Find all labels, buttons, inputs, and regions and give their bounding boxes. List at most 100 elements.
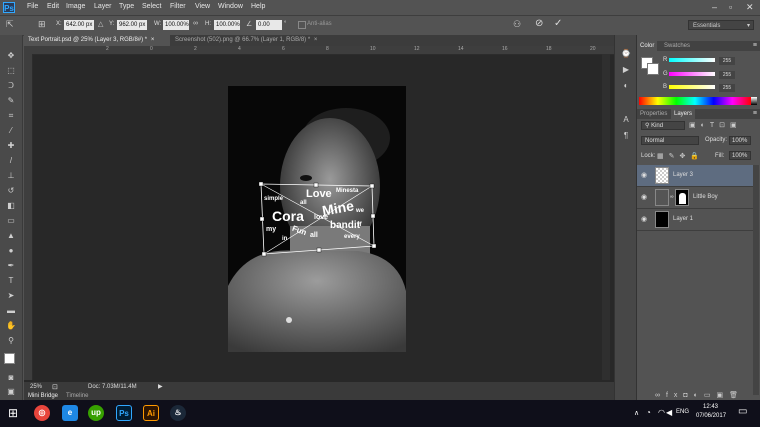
tab-swatches[interactable]: Swatches <box>661 41 693 51</box>
link-icon[interactable]: ∞ <box>193 20 198 27</box>
x-field[interactable]: 642.00 px <box>64 20 94 30</box>
layer-filter-icons[interactable]: ▣◐T⊡▣ <box>689 121 742 129</box>
layer-row-layer-1[interactable]: ◉ Layer 1 <box>637 209 753 231</box>
lock-icons[interactable]: ▦✎✥🔒 <box>657 152 704 160</box>
menu-select[interactable]: Select <box>142 3 161 10</box>
layer-row-little-boy[interactable]: ◉ ∞ Little Boy <box>637 187 753 209</box>
lasso-tool-icon[interactable]: ᑐ <box>5 81 17 91</box>
panel-menu-icon[interactable]: ≡ <box>753 42 757 49</box>
vertical-scrollbar[interactable] <box>602 54 610 380</box>
transform-bounding-box[interactable] <box>258 180 378 258</box>
blend-mode-select[interactable]: Normal <box>641 136 699 145</box>
marquee-tool-icon[interactable]: ⬚ <box>5 66 17 76</box>
antialias-checkbox[interactable] <box>298 21 306 29</box>
close-tab-icon[interactable]: × <box>151 37 155 43</box>
tab-color[interactable]: Color <box>637 41 658 51</box>
b-slider[interactable] <box>669 85 715 89</box>
angle-field[interactable]: 0.00 <box>256 20 282 30</box>
chevron-up-icon[interactable]: ∧ <box>634 409 639 417</box>
fill-field[interactable]: 100% <box>729 151 751 160</box>
upwork-icon[interactable]: up <box>88 405 104 421</box>
r-value[interactable]: 255 <box>719 57 735 65</box>
clock-date[interactable]: 07/06/2017 <box>696 413 726 419</box>
panel-menu-icon[interactable]: ≡ <box>753 110 757 117</box>
wifi-icon[interactable]: ◠ <box>658 408 665 417</box>
b-value[interactable]: 255 <box>719 84 735 92</box>
tab-screenshot[interactable]: Screenshot (502).png @ 66.7% (Layer 1, R… <box>171 35 333 46</box>
menu-type[interactable]: Type <box>119 3 134 10</box>
move-tool-preset-icon[interactable]: ⇱ <box>6 19 14 30</box>
maximize-icon[interactable]: ▫ <box>729 2 732 12</box>
crop-tool-icon[interactable]: ⌗ <box>5 111 17 121</box>
menu-edit[interactable]: Edit <box>47 3 59 10</box>
actions-panel-icon[interactable]: ▶ <box>620 65 632 75</box>
eye-icon[interactable]: ◉ <box>641 165 647 186</box>
paragraph-panel-icon[interactable]: ¶ <box>620 131 632 141</box>
eye-icon[interactable]: ◉ <box>641 187 647 208</box>
g-value[interactable]: 255 <box>719 71 735 79</box>
character-panel-icon[interactable]: A <box>620 115 632 125</box>
gradient-tool-icon[interactable]: ▭ <box>5 216 17 226</box>
workspace-select[interactable]: Essentials ▾ <box>688 20 754 30</box>
zoom-level[interactable]: 25% <box>30 382 42 392</box>
opacity-field[interactable]: 100% <box>729 136 751 145</box>
clock-time[interactable]: 12:43 <box>703 404 718 410</box>
close-tab-icon[interactable]: × <box>314 37 318 43</box>
tab-text-portrait[interactable]: Text Portrait.psd @ 25% (Layer 3, RGB/8#… <box>24 35 170 46</box>
color-spectrum[interactable] <box>639 97 751 105</box>
menu-filter[interactable]: Filter <box>170 3 186 10</box>
y-field[interactable]: 962.00 px <box>117 20 147 30</box>
pen-tool-icon[interactable]: ✒ <box>5 261 17 271</box>
hand-tool-icon[interactable]: ✋ <box>5 321 17 331</box>
foreground-color-swatch[interactable] <box>4 353 15 364</box>
clone-stamp-tool-icon[interactable]: ⊥ <box>5 171 17 181</box>
illustrator-taskbar-icon[interactable]: Ai <box>143 405 159 421</box>
layers-footer-buttons[interactable]: ∞fx◘◐▭▣🗑 <box>655 391 744 399</box>
menu-help[interactable]: Help <box>251 3 265 10</box>
layer-filter-select[interactable]: ⚲ Kind <box>641 121 685 130</box>
network-icon[interactable]: ◔ <box>646 408 651 417</box>
move-tool-icon[interactable]: ✥ <box>5 51 17 61</box>
notifications-icon[interactable]: ▭ <box>738 406 747 417</box>
language-indicator[interactable]: ENG <box>676 409 689 415</box>
history-panel-icon[interactable]: ⌚ <box>620 49 632 59</box>
volume-icon[interactable]: ◀ <box>666 408 672 417</box>
adjustments-panel-icon[interactable]: ◐ <box>620 81 632 91</box>
minimize-icon[interactable]: – <box>712 2 717 12</box>
blur-tool-icon[interactable]: ▲ <box>5 231 17 241</box>
commit-transform-icon[interactable]: ✓ <box>554 18 562 29</box>
eraser-tool-icon[interactable]: ◧ <box>5 201 17 211</box>
healing-brush-tool-icon[interactable]: ✚ <box>5 141 17 151</box>
screen-mode-icon[interactable]: ▣ <box>5 387 17 397</box>
w-field[interactable]: 100.00% <box>163 20 189 30</box>
brush-tool-icon[interactable]: / <box>5 156 17 166</box>
grayscale-ramp[interactable] <box>751 97 757 105</box>
r-slider[interactable] <box>669 58 715 62</box>
history-brush-tool-icon[interactable]: ↺ <box>5 186 17 196</box>
status-menu-arrow-icon[interactable]: ▶ <box>158 382 163 392</box>
internet-explorer-icon[interactable]: e <box>62 405 78 421</box>
steam-icon[interactable]: ♨ <box>170 405 186 421</box>
close-window-icon[interactable]: ✕ <box>746 2 754 13</box>
shape-tool-icon[interactable]: ▬ <box>5 306 17 316</box>
tab-properties[interactable]: Properties <box>637 109 670 119</box>
menu-view[interactable]: View <box>195 3 210 10</box>
windows-start-icon[interactable]: ⊞ <box>8 406 18 420</box>
chrome-icon[interactable]: ◎ <box>34 405 50 421</box>
reference-point-icon[interactable]: ⊞ <box>38 19 46 30</box>
layer-row-layer-3[interactable]: ◉ Layer 3 <box>637 165 753 187</box>
menu-layer[interactable]: Layer <box>94 3 112 10</box>
quick-mask-icon[interactable]: ◙ <box>5 373 17 383</box>
g-slider[interactable] <box>669 72 715 76</box>
path-select-tool-icon[interactable]: ➤ <box>5 291 17 301</box>
type-tool-icon[interactable]: T <box>5 276 17 286</box>
menu-window[interactable]: Window <box>218 3 243 10</box>
quick-select-tool-icon[interactable]: ✎ <box>5 96 17 106</box>
eye-icon[interactable]: ◉ <box>641 209 647 230</box>
photoshop-taskbar-icon[interactable]: Ps <box>116 405 132 421</box>
menu-image[interactable]: Image <box>66 3 85 10</box>
zoom-tool-icon[interactable]: ⚲ <box>5 336 17 346</box>
dodge-tool-icon[interactable]: ● <box>5 246 17 256</box>
delta-icon[interactable]: △ <box>98 20 103 28</box>
eyedropper-tool-icon[interactable]: ⁄ <box>5 126 17 136</box>
